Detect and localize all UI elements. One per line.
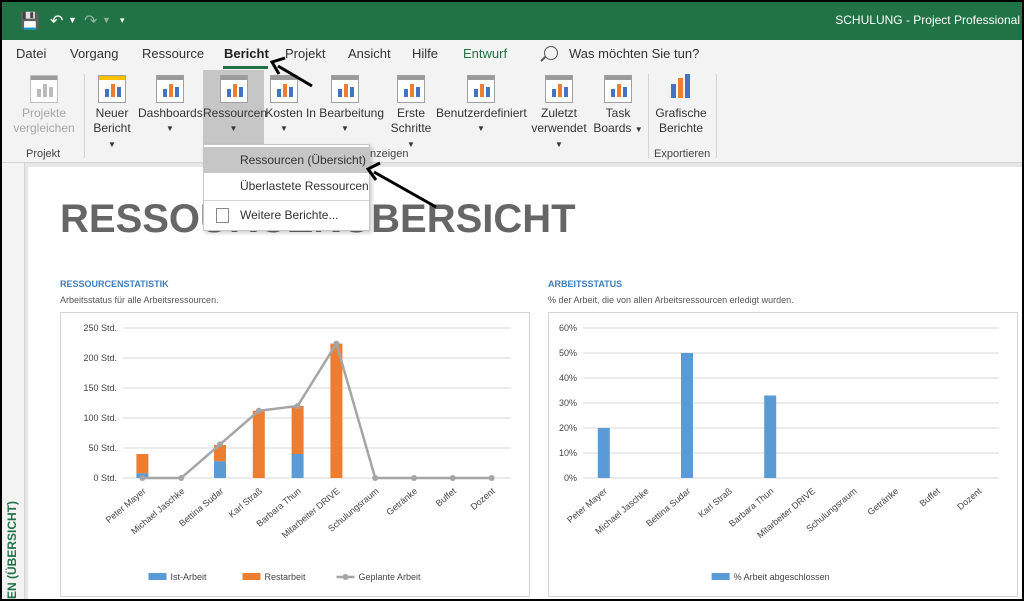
annotation-arrows [269,56,437,209]
arrow-to-ressourcen-uebersicht [365,161,437,209]
arrow-to-bericht-tab [269,56,313,88]
app-window: 💾 ↶ ▼ ↷ ▼ ▾ SCHULUNG - Project Professio… [0,0,1024,601]
